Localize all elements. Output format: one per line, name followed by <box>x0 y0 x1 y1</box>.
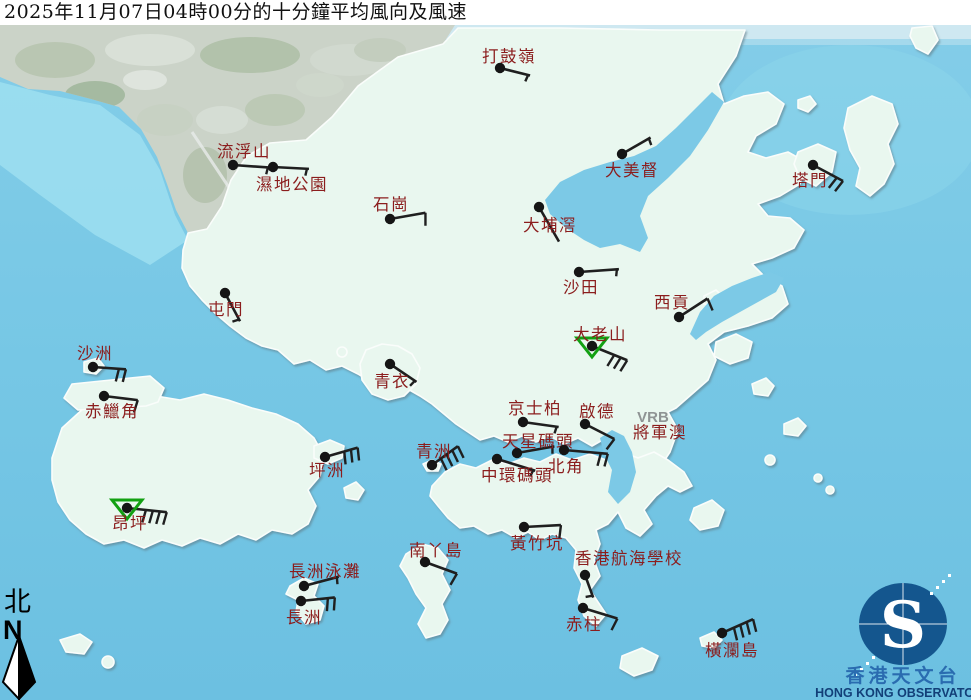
station-dot <box>426 459 438 471</box>
soko-islet <box>101 655 115 669</box>
station-label: 濕地公園 <box>256 175 328 194</box>
station-label: 長洲 <box>286 608 322 627</box>
station-label: 將軍澳 <box>633 423 687 442</box>
station-label: 赤鱲角 <box>85 402 139 421</box>
station-label: 石崗 <box>373 195 409 214</box>
station-label: 橫瀾島 <box>705 641 759 660</box>
station-label: 南丫島 <box>409 541 463 560</box>
station-label: 屯門 <box>208 300 244 319</box>
ma-wan-islet <box>336 346 348 358</box>
station-label: 流浮山 <box>217 142 271 161</box>
station-dot <box>616 148 628 160</box>
station-label: 大埔滘 <box>523 216 577 235</box>
station-label: 中環碼頭 <box>481 466 553 485</box>
station-dot <box>98 390 110 402</box>
station-dot <box>384 358 396 370</box>
station-dot <box>121 502 133 514</box>
wind-barb-feather <box>356 447 361 461</box>
wind-barb-half-feather <box>614 269 619 277</box>
station-label: 昂坪 <box>112 514 148 533</box>
hko-logo-en-name: HONG KONG OBSERVATORY <box>815 686 971 700</box>
station-dot <box>577 602 589 614</box>
station-dot <box>579 569 591 581</box>
station-label: 京士柏 <box>508 399 562 418</box>
hko-logo-cjk-name: 香港天文台 <box>844 664 960 687</box>
wind-barb-feather <box>325 598 330 612</box>
station-label: 青衣 <box>374 372 410 391</box>
station-label: 香港航海學校 <box>575 549 683 568</box>
station-dot <box>673 311 685 323</box>
station-dot <box>807 159 819 171</box>
station-label: 打鼓嶺 <box>482 47 536 66</box>
station-dot <box>716 627 728 639</box>
hko-logo-s-symbol: S <box>880 588 926 663</box>
ninepin-islet-2 <box>825 485 835 495</box>
station-label: 沙洲 <box>77 344 113 363</box>
wind-barb-half-feather <box>265 167 270 175</box>
station-dot <box>219 287 231 299</box>
wind-barb-feather <box>332 597 337 611</box>
station-label: 長洲泳灘 <box>289 562 361 581</box>
station-dot <box>384 213 396 225</box>
wind-map-screen: 打鼓嶺流浮山濕地公園石崗 大美督塔門大埔滘沙田西貢大老山 屯門沙洲赤鱲角 青衣京士柏啟… <box>0 0 971 700</box>
station-dot <box>267 161 279 173</box>
station-label: 坪洲 <box>309 461 345 480</box>
station-dot <box>87 361 99 373</box>
station-dot <box>295 595 307 607</box>
station-label: 啟德 <box>579 402 615 421</box>
station-label: 大老山 <box>573 325 627 344</box>
station-dot <box>558 444 570 456</box>
wind-barb-feather <box>349 449 354 463</box>
station-dot <box>491 453 503 465</box>
station-label: 黃竹坑 <box>510 534 564 553</box>
station-label: 赤柱 <box>566 615 602 634</box>
station-label: 塔門 <box>792 171 828 190</box>
hong-kong-wind-map: 打鼓嶺流浮山濕地公園石崗 大美督塔門大埔滘沙田西貢大老山 屯門沙洲赤鱲角 青衣京士柏啟… <box>0 25 971 700</box>
station-dot <box>518 521 530 533</box>
station-label: 青洲 <box>416 442 452 461</box>
station-dot <box>298 580 310 592</box>
station-label: 北角 <box>548 457 584 476</box>
north-cjk-label: 北 <box>4 587 31 618</box>
station-label: 大美督 <box>605 161 659 180</box>
station-dot <box>573 266 585 278</box>
station-dot <box>533 201 545 213</box>
map-title: 2025年11月07日04時00分的十分鐘平均風向及風速 <box>0 0 971 25</box>
ninepin-islet-1 <box>813 473 823 483</box>
wind-barb-half-feather <box>585 594 593 599</box>
station-dot <box>227 159 239 171</box>
station-label: 西貢 <box>654 293 690 312</box>
station-label: 沙田 <box>563 278 599 297</box>
bluff-island <box>764 454 776 466</box>
station-dot <box>517 416 529 428</box>
